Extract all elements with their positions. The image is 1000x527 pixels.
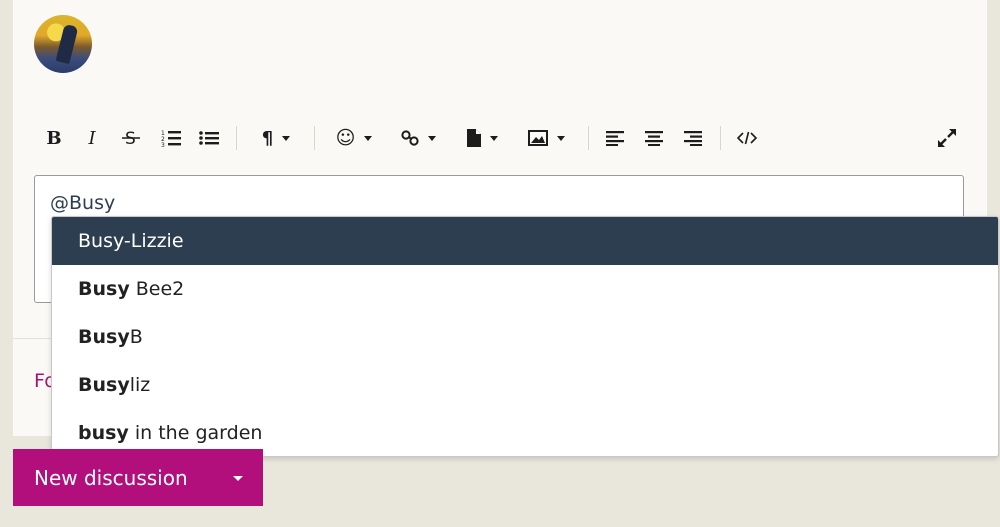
- align-left-button[interactable]: [604, 122, 626, 154]
- new-discussion-label: New discussion: [34, 465, 188, 490]
- fullscreen-button[interactable]: [934, 122, 960, 154]
- option-label: B: [129, 326, 143, 348]
- toolbar-divider: [236, 126, 237, 150]
- file-button[interactable]: [458, 122, 506, 154]
- strikethrough-button[interactable]: S: [120, 122, 142, 154]
- mention-option[interactable]: Busy Bee2: [52, 265, 998, 313]
- option-match: Busy: [78, 374, 130, 396]
- option-match: Busy: [78, 278, 130, 300]
- align-right-button[interactable]: [682, 122, 704, 154]
- option-label: Bee2: [129, 278, 185, 300]
- bold-label: B: [46, 127, 62, 149]
- toolbar-divider: [314, 126, 315, 150]
- code-icon: [737, 131, 757, 145]
- avatar[interactable]: [34, 15, 92, 73]
- chevron-down-icon: [556, 135, 565, 141]
- emoji-button[interactable]: ☺: [330, 122, 378, 154]
- expand-icon: [938, 129, 956, 147]
- option-match: Busy: [78, 326, 130, 348]
- file-icon: [466, 129, 481, 147]
- link-button[interactable]: [394, 122, 442, 154]
- option-match: busy: [78, 422, 129, 444]
- align-center-button[interactable]: [643, 122, 665, 154]
- bold-button[interactable]: B: [44, 122, 64, 154]
- editor-text: @Busy: [50, 192, 116, 214]
- chevron-down-icon: [282, 135, 291, 141]
- bullet-list-button[interactable]: [198, 122, 220, 154]
- option-label: liz: [129, 374, 151, 396]
- code-view-button[interactable]: [734, 122, 760, 154]
- italic-button[interactable]: I: [82, 122, 102, 154]
- mention-suggestions: Busy-Lizzie Busy Bee2 Busy B Busy liz busy…: [51, 216, 999, 457]
- option-label: in the garden: [128, 422, 263, 444]
- editor-toolbar: B I S 123 ¶ ☺: [40, 122, 970, 154]
- mention-option[interactable]: Busy liz: [52, 361, 998, 409]
- ordered-list-icon: 123: [161, 130, 181, 147]
- italic-label: I: [88, 127, 96, 149]
- smiley-icon: ☺: [335, 127, 356, 149]
- align-center-icon: [645, 131, 663, 146]
- align-left-icon: [606, 131, 624, 146]
- chevron-down-icon: [489, 135, 498, 141]
- align-right-icon: [684, 131, 702, 146]
- image-button[interactable]: [522, 122, 570, 154]
- new-discussion-button[interactable]: New discussion: [13, 449, 263, 506]
- mention-option[interactable]: Busy B: [52, 313, 998, 361]
- mention-option[interactable]: Busy-Lizzie: [52, 217, 998, 265]
- chevron-down-icon: [364, 135, 373, 141]
- link-icon: [400, 130, 419, 146]
- toolbar-divider: [588, 126, 589, 150]
- paragraph-format-button[interactable]: ¶: [252, 122, 300, 154]
- avatar-figure: [55, 23, 79, 65]
- paragraph-icon: ¶: [261, 127, 274, 149]
- chevron-down-icon: [427, 135, 436, 141]
- strikethrough-icon: S: [122, 129, 140, 148]
- bullet-list-icon: [199, 131, 219, 145]
- toolbar-divider: [720, 126, 721, 150]
- svg-text:3: 3: [161, 142, 165, 147]
- option-label: Busy-Lizzie: [78, 230, 184, 252]
- image-icon: [527, 130, 548, 146]
- ordered-list-button[interactable]: 123: [160, 122, 182, 154]
- chevron-down-icon[interactable]: [233, 476, 243, 481]
